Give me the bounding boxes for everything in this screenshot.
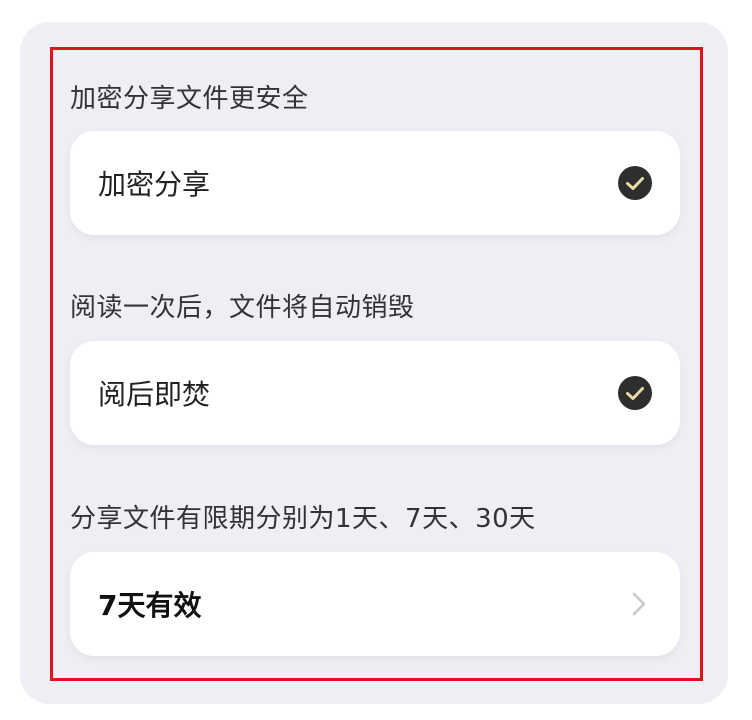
highlight-frame [50, 47, 703, 681]
